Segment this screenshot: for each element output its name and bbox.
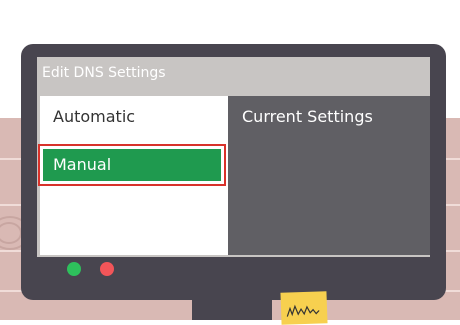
option-manual[interactable]: Manual	[38, 144, 226, 186]
current-settings-panel: Current Settings	[228, 96, 430, 255]
window-title: Edit DNS Settings	[42, 65, 166, 81]
option-manual-label: Manual	[53, 155, 112, 174]
green-dot-icon[interactable]	[67, 262, 81, 276]
dns-options-panel: Automatic Manual	[38, 96, 228, 255]
red-dot-icon[interactable]	[100, 262, 114, 276]
monitor-frame: Edit DNS Settings Automatic Manual Curre…	[21, 44, 446, 300]
option-automatic[interactable]: Automatic	[53, 107, 135, 126]
scribble-icon	[286, 304, 320, 317]
monitor-screen: Edit DNS Settings Automatic Manual Curre…	[37, 57, 430, 257]
current-settings-heading: Current Settings	[242, 107, 373, 126]
